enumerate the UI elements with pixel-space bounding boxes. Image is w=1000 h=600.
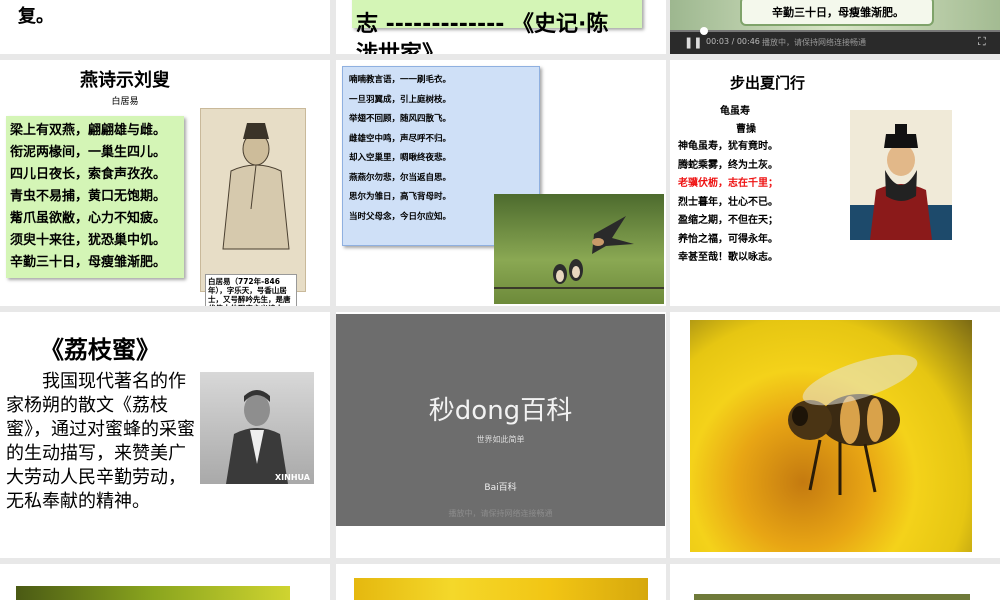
poem-author: 曹操 <box>736 124 756 135</box>
poem-line: 老骥伏枥，志在千里； <box>678 178 778 189</box>
slide-thumbnail-5[interactable]: 喃喃教言语，一一刷毛衣。 一旦羽翼成，引上庭树枝。 举翅不回顾，随风四散飞。 雌雄空中… <box>336 60 666 306</box>
poem-lines: 神龟虽寿，犹有竟时。 腾蛇乘雾，终为土灰。 老骥伏枥，志在千里； 烈士暮年，壮心不已。… <box>678 138 778 268</box>
slide-thumbnail-1[interactable]: 复。 <box>0 0 330 54</box>
poem-line: 衔泥两椽间，一巢生四儿。 <box>10 145 167 160</box>
poem-line: 举翅不回顾，随风四散飞。 <box>349 114 452 124</box>
slide-thumbnail-4[interactable]: 燕诗示刘叟 白居易 梁上有双燕，翩翩雄与雌。 衔泥两椽间，一巢生四儿。 四儿日夜长，… <box>0 60 330 306</box>
fullscreen-icon[interactable]: ⛶ <box>978 35 986 49</box>
slide-thumbnail-11[interactable] <box>336 564 666 600</box>
video-control-bar: ❚❚ 00:03 / 00:46 播放中，请保持网络连接畅通 ⛶ <box>670 32 1000 54</box>
poem-line: 梁上有双燕，翩翩雄与雌。 <box>10 123 167 138</box>
poem-line: 神龟虽寿，犹有竟时。 <box>678 141 778 152</box>
poem-line: 四儿日夜长，索食声孜孜。 <box>10 167 167 182</box>
bio-caption: 白居易（772年-846年），字乐天，号香山居士，又号醉吟先生，是唐代伟大的现实… <box>205 274 297 306</box>
brand-wordmark: 秒dong百科 <box>428 396 573 426</box>
poem-line: 燕燕尔勿悲，尔当返自思。 <box>349 172 452 183</box>
slide-thumbnail-9[interactable] <box>670 312 1000 558</box>
poem-subtitle: 龟虽寿 <box>720 106 750 117</box>
portrait-frame <box>850 110 952 240</box>
portrait-frame <box>200 108 306 292</box>
slide-thumbnail-7[interactable]: 《荔枝蜜》 我国现代著名的作家杨朔的散文《荔枝蜜》，通过对蜜蜂的采蜜的生动描写，… <box>0 312 330 558</box>
video-caption: 播放中，请保持网络连接畅通 <box>762 38 866 47</box>
poem-title: 燕诗示刘叟 <box>80 70 170 91</box>
bee-photo <box>690 320 972 552</box>
slide-thumbnail-8-video[interactable]: 秒dong百科 世界如此简单 Bai百科 播放中，请保持网络连接畅通 <box>336 312 666 558</box>
slide-text: 复。 <box>18 6 54 27</box>
poem-author: 白居易 <box>111 97 139 107</box>
slide-image <box>16 586 290 600</box>
pause-icon[interactable]: ❚❚ <box>684 36 702 49</box>
bee-on-flower-icon <box>788 354 918 495</box>
slide-image <box>354 578 648 600</box>
essay-description: 我国现代著名的作家杨朔的散文《荔枝蜜》，通过对蜜蜂的采蜜的生动描写，来赞美广大劳… <box>6 371 195 512</box>
author-photo-icon <box>226 390 288 484</box>
video-footer: 播放中，请保持网络连接畅通 <box>448 509 553 518</box>
essay-title: 《荔枝蜜》 <box>40 336 160 364</box>
slide-thumbnail-3-video[interactable]: 辛勤三十日，母瘦雏渐肥。 ❚❚ 00:03 / 00:46 播放中，请保持网络连… <box>670 0 1000 54</box>
poem-line: 喃喃教言语，一一刷毛衣。 <box>349 75 452 85</box>
poem-line: 养怡之福，可得永年。 <box>678 233 778 245</box>
photo-watermark: XINHUA <box>275 473 310 482</box>
poem-line: 幸甚至哉！歌以咏志。 <box>678 252 778 263</box>
poem-line: 却入空巢里，啁啾终夜悲。 <box>349 153 452 163</box>
brand-slogan: 世界如此简单 <box>476 435 525 444</box>
poem-box: 梁上有双燕，翩翩雄与雌。 衔泥两椽间，一巢生四儿。 四儿日夜长，索食声孜孜。 青虫不易… <box>6 116 184 278</box>
slide-thumbnail-10[interactable] <box>0 564 330 600</box>
caocao-portrait-icon <box>850 124 952 240</box>
quote-line: 志 ------------- 《史记·陈 <box>356 12 609 37</box>
author-photo: XINHUA <box>200 372 314 484</box>
scholar-portrait-icon <box>222 123 290 250</box>
slide-thumbnail-2[interactable]: 志 ------------- 《史记·陈 涉世家》 <box>336 0 666 54</box>
swallows-photo-icon <box>494 216 664 289</box>
slide-thumbnail-12[interactable] <box>670 564 1000 600</box>
poem-line: 雌雄空中鸣，声尽呼不归。 <box>349 133 452 144</box>
poem-line: 辛勤三十日，母瘦雏渐肥。 <box>10 255 167 270</box>
video-poem-line: 辛勤三十日，母瘦雏渐肥。 <box>772 6 904 19</box>
poem-line: 须臾十来往，犹恐巢中饥。 <box>10 233 167 248</box>
poem-line: 烈士暮年，壮心不已。 <box>678 196 778 208</box>
video-progress-handle[interactable] <box>700 27 708 35</box>
poem-line: 青虫不易捕，黄口无饱期。 <box>10 189 167 204</box>
baidu-logo: Bai百科 <box>484 483 517 493</box>
poem-line: 觜爪虽欲敝，心力不知疲。 <box>10 211 167 226</box>
quote-source: 涉世家》 <box>356 36 444 54</box>
poem-title: 步出夏门行 <box>730 74 806 92</box>
poem-line: 一旦羽翼成，引上庭树枝。 <box>349 94 452 105</box>
poem-lines: 梁上有双燕，翩翩雄与雌。 衔泥两椽间，一巢生四儿。 四儿日夜长，索食声孜孜。 青虫不易… <box>6 116 184 274</box>
video-progress-track[interactable] <box>670 30 1000 32</box>
slide-thumbnail-6[interactable]: 步出夏门行 龟虽寿 曹操 神龟虽寿，犹有竟时。 腾蛇乘雾，终为土灰。 老骥伏枥，志在… <box>670 60 1000 306</box>
video-frame[interactable]: 秒dong百科 世界如此简单 Bai百科 播放中，请保持网络连接畅通 <box>336 314 665 526</box>
video-time: 00:03 / 00:46 <box>706 37 760 46</box>
slide-image <box>694 594 970 600</box>
poem-line: 盈缩之期，不但在天； <box>678 215 778 226</box>
poem-line: 腾蛇乘雾，终为土灰。 <box>678 159 778 171</box>
swallows-photo <box>494 194 664 304</box>
